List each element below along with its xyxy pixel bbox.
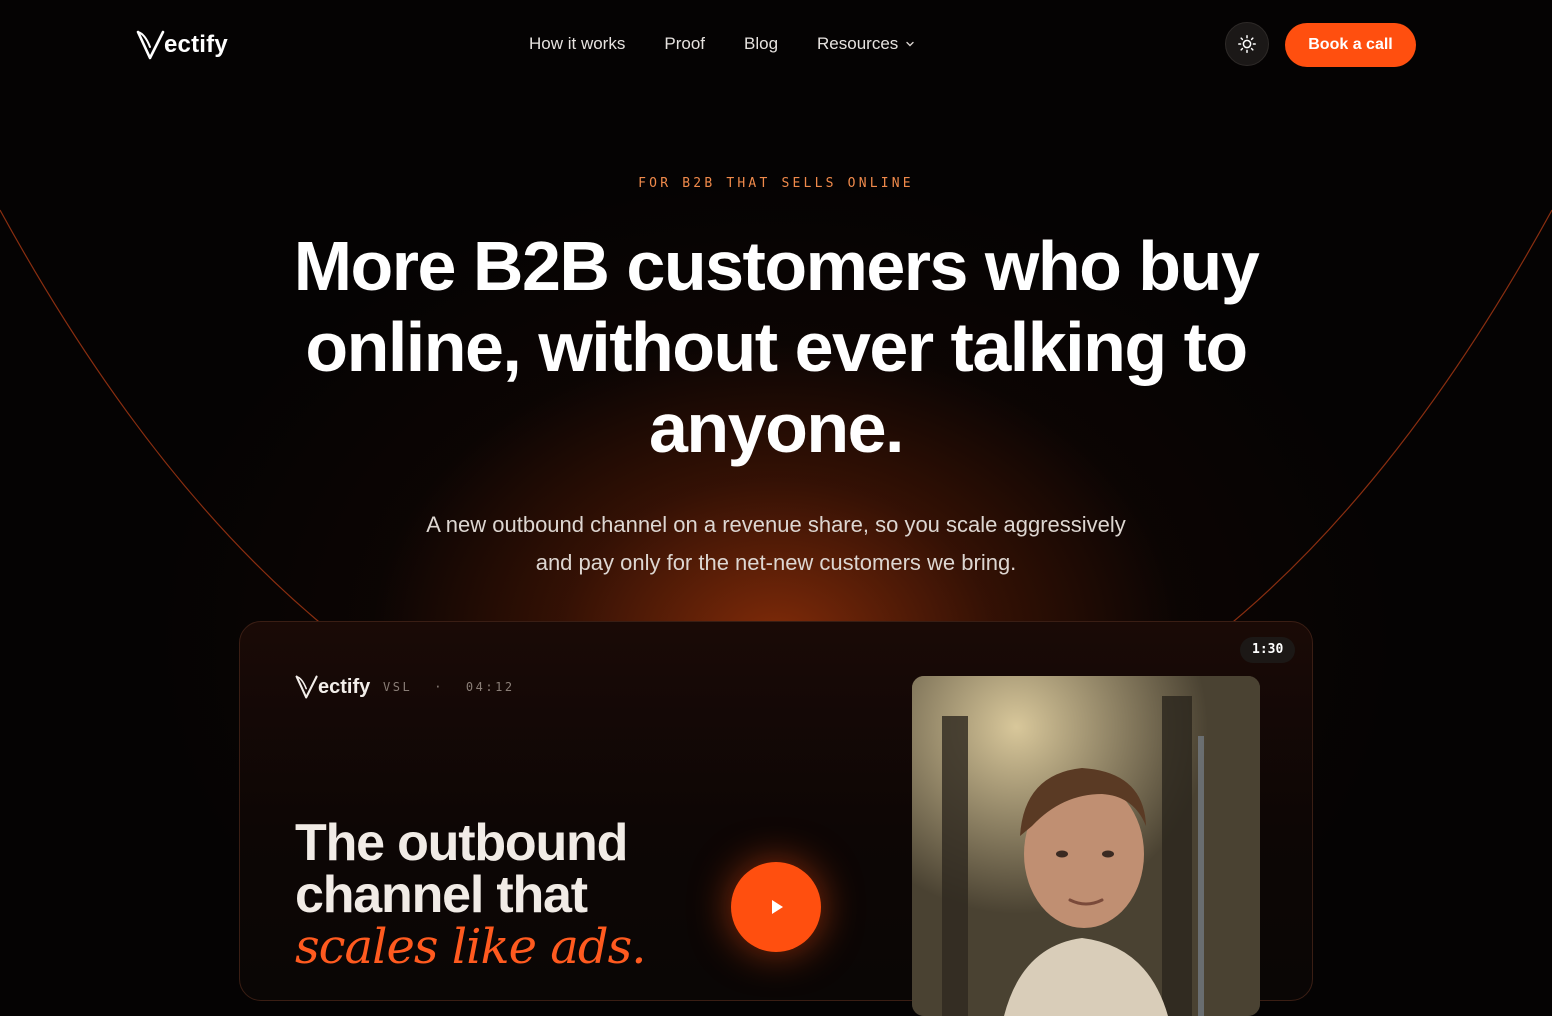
sun-icon xyxy=(1238,35,1256,53)
video-meta: VSL · 04:12 xyxy=(383,680,515,694)
nav-link-how-it-works[interactable]: How it works xyxy=(529,34,625,54)
hero-headline-line-3: anyone. xyxy=(648,389,905,467)
video-brand: ectify xyxy=(295,674,370,700)
v-logo-icon xyxy=(136,30,165,60)
nav-link-resources[interactable]: Resources xyxy=(817,34,916,54)
nav-link-blog[interactable]: Blog xyxy=(744,34,778,54)
video-title-line-1: The outbound xyxy=(295,814,628,872)
brand-name: ectify xyxy=(164,31,228,58)
video-card[interactable]: ectify VSL · 04:12 1:30 The outbound cha… xyxy=(239,621,1313,1016)
nav-link-proof[interactable]: Proof xyxy=(664,34,705,54)
chevron-down-icon xyxy=(906,41,914,47)
video-title-accent: scales like ads. xyxy=(295,919,646,975)
play-icon xyxy=(772,900,783,914)
video-duration: 04:12 xyxy=(465,680,515,694)
video-title-line-2: channel that xyxy=(295,866,588,924)
nav-links: How it works Proof Blog Resources xyxy=(529,34,916,54)
play-button[interactable] xyxy=(731,862,821,952)
top-nav: ectify How it works Proof Blog Resources… xyxy=(0,0,1552,90)
hero-headline: More B2B customers who buy online, witho… xyxy=(226,226,1326,469)
theme-toggle-button[interactable] xyxy=(1225,22,1269,66)
hero-subheadline-line-2: and pay only for the net-new customers w… xyxy=(535,550,1017,575)
video-tag: VSL xyxy=(383,680,413,694)
video-timer-badge: 1:30 xyxy=(1240,637,1296,663)
hero-headline-line-2: online, without ever talking to xyxy=(305,308,1248,386)
v-logo-icon xyxy=(295,675,318,699)
video-meta-separator: · xyxy=(434,680,444,694)
hero-subheadline: A new outbound channel on a revenue shar… xyxy=(326,506,1226,582)
presenter-illustration xyxy=(912,676,1260,1016)
video-brand-name: ectify xyxy=(318,675,371,698)
hero-eyebrow: FOR B2B THAT SELLS ONLINE xyxy=(638,176,914,191)
hero-headline-line-1: More B2B customers who buy xyxy=(293,227,1260,305)
brand-logo[interactable]: ectify xyxy=(136,28,228,62)
book-a-call-button[interactable]: Book a call xyxy=(1285,23,1416,67)
presenter-photo xyxy=(912,676,1260,1016)
nav-link-resources-label: Resources xyxy=(817,34,899,53)
hero-subheadline-line-1: A new outbound channel on a revenue shar… xyxy=(426,512,1126,537)
video-title: The outbound channel that scales like ad… xyxy=(295,814,646,975)
